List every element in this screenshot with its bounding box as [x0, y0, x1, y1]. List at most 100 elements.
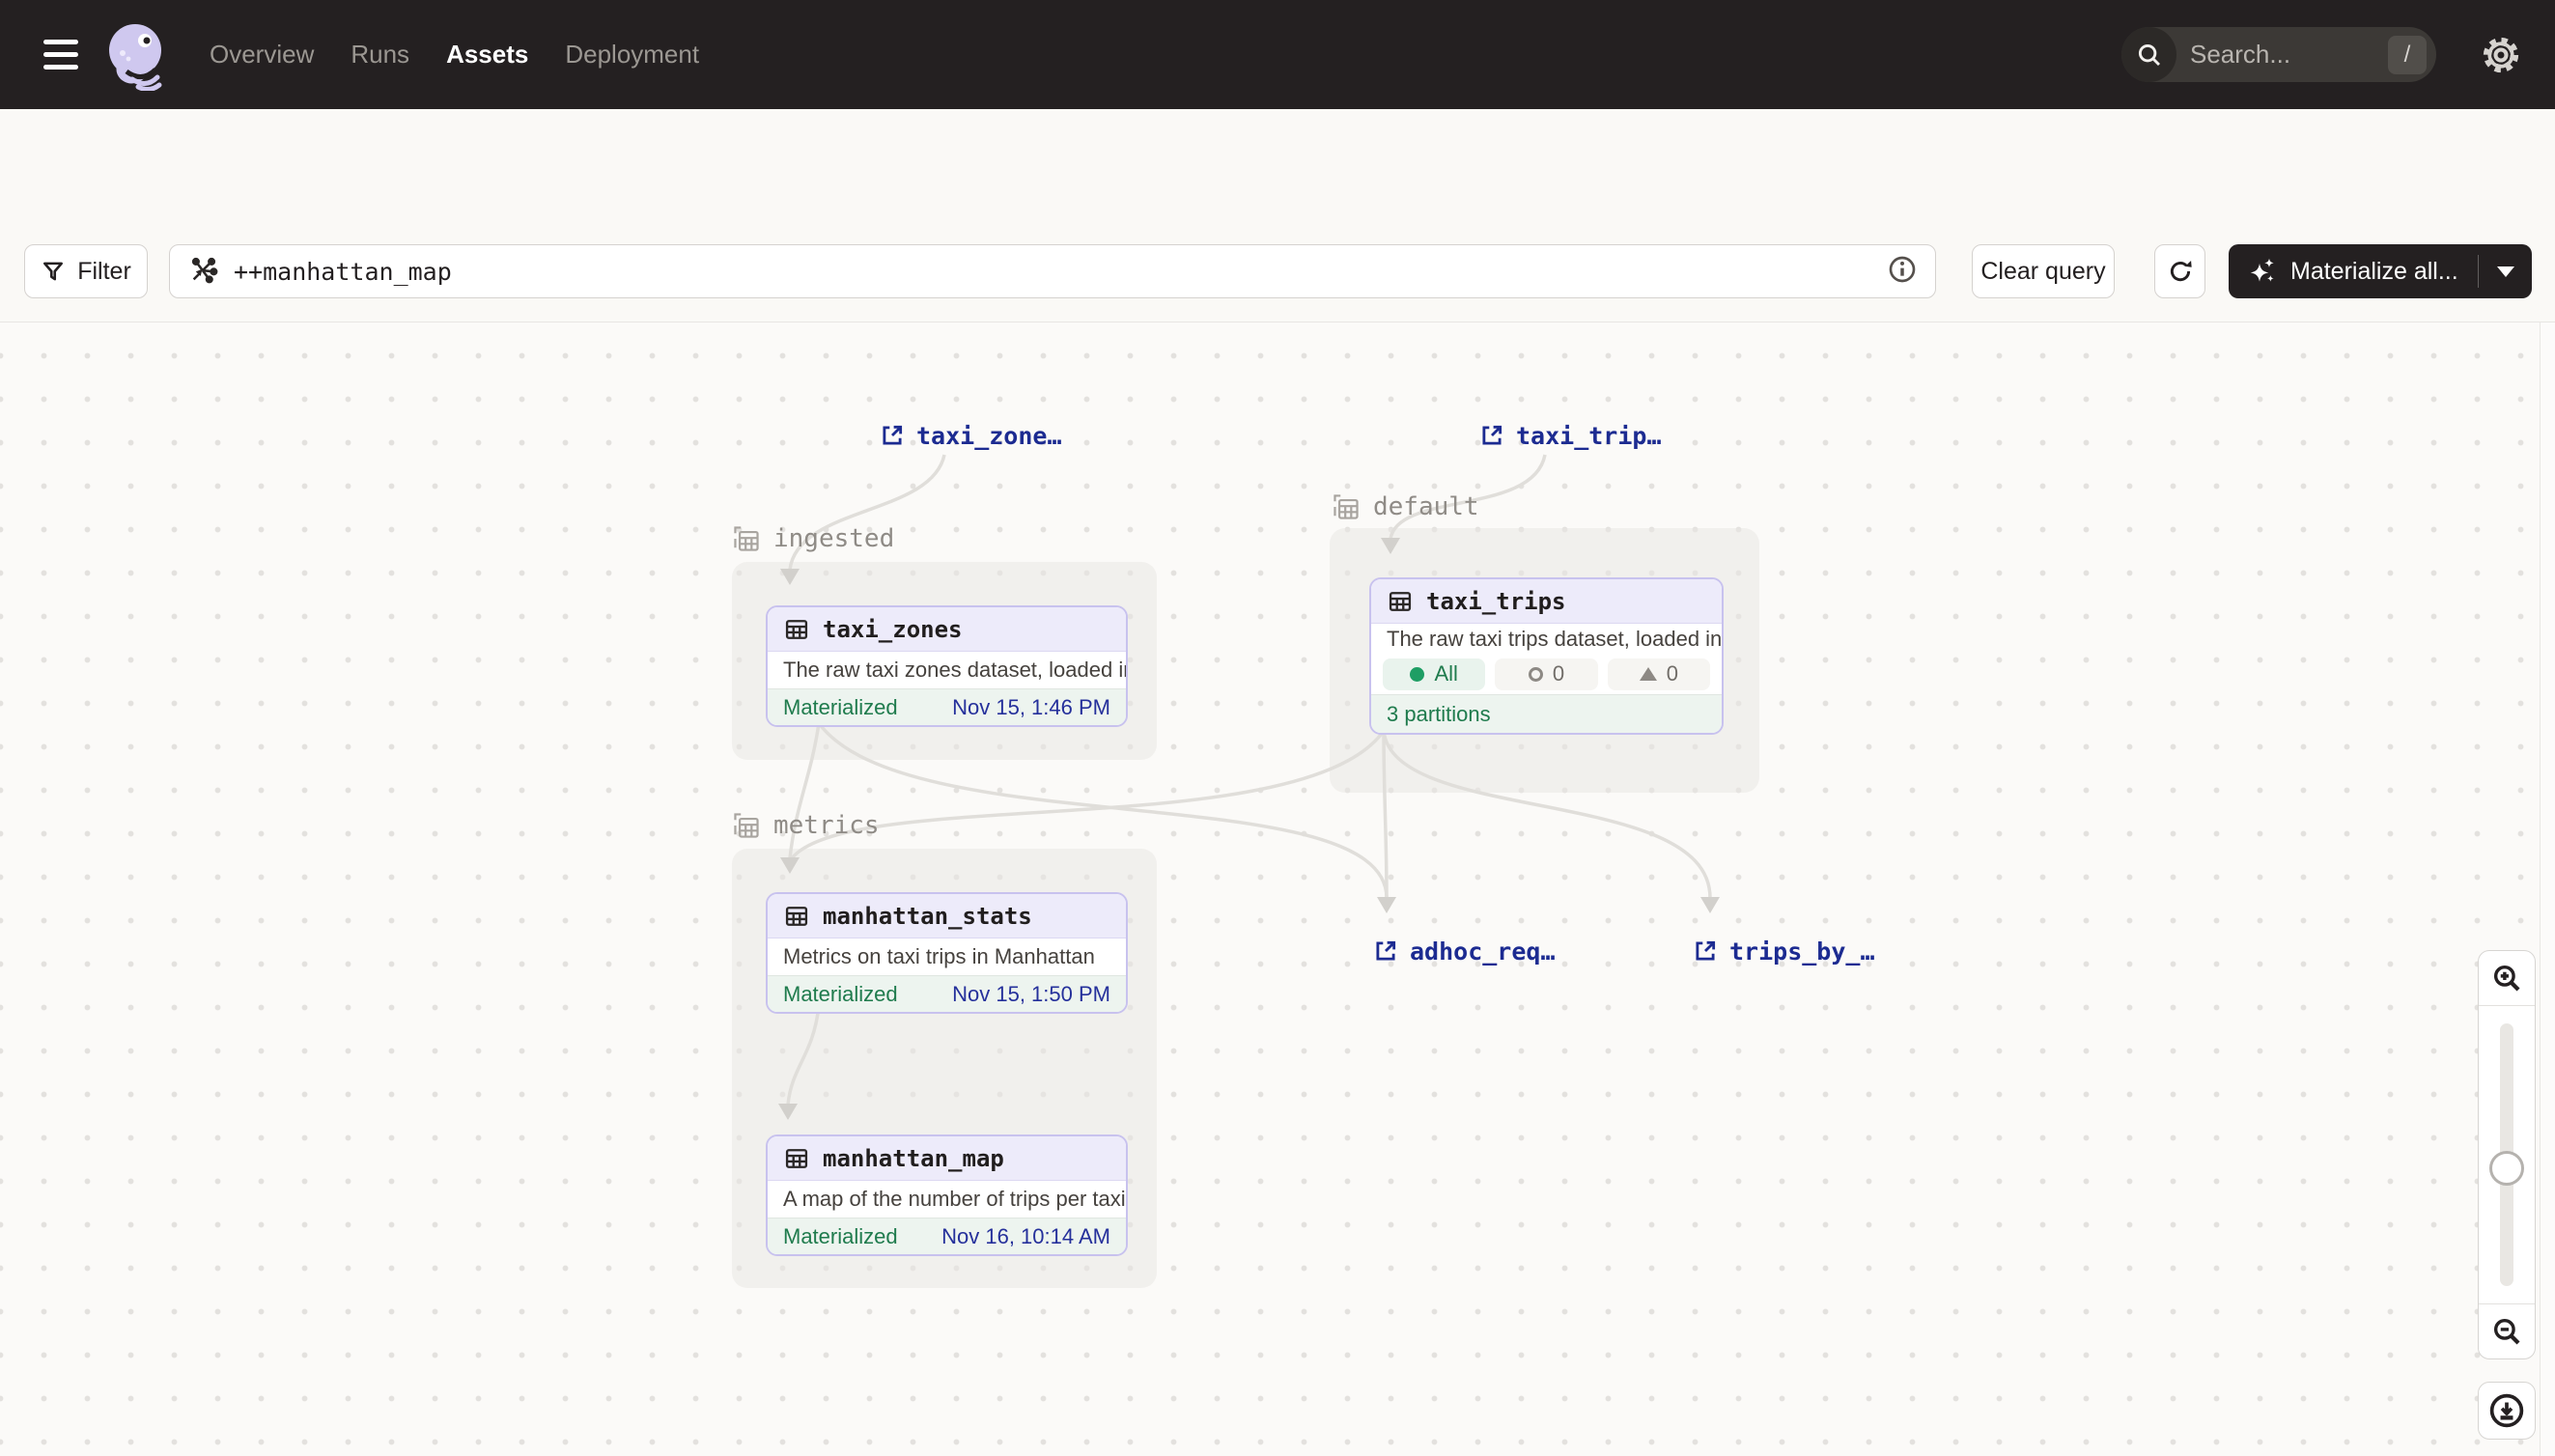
- lineage-toolbar: Filter Clear: [0, 228, 2555, 322]
- info-icon[interactable]: [1887, 254, 1918, 290]
- asset-node-header: manhattan_map: [768, 1136, 1126, 1181]
- asset-node-footer: Materialized Nov 16, 10:14 AM: [768, 1218, 1126, 1254]
- materialized-timestamp[interactable]: Nov 15, 1:50 PM: [952, 982, 1110, 1007]
- search-box[interactable]: /: [2121, 27, 2436, 82]
- external-asset-label: taxi_trip…: [1516, 422, 1662, 450]
- asset-node-header: manhattan_stats: [768, 894, 1126, 938]
- group-label-default[interactable]: default: [1332, 490, 1479, 523]
- zoom-out-icon: [2490, 1315, 2523, 1348]
- asset-node-header: taxi_zones: [768, 607, 1126, 652]
- nav-item-deployment[interactable]: Deployment: [565, 40, 699, 70]
- asset-node-footer: Materialized Nov 15, 1:46 PM: [768, 688, 1126, 725]
- group-name: ingested: [773, 524, 894, 553]
- sparkles-icon: [2248, 256, 2279, 287]
- asset-group-icon: [732, 524, 761, 553]
- search-input[interactable]: [2176, 40, 2388, 70]
- external-asset-link-taxi-zone[interactable]: taxi_zone…: [880, 421, 1062, 450]
- nav-item-assets[interactable]: Assets: [446, 40, 528, 70]
- group-label-ingested[interactable]: ingested: [732, 522, 894, 555]
- asset-node-footer: 3 partitions: [1371, 694, 1722, 733]
- chevron-down-icon: [2497, 266, 2514, 277]
- materialized-timestamp[interactable]: Nov 15, 1:46 PM: [952, 695, 1110, 720]
- partitions-count[interactable]: 3 partitions: [1387, 702, 1491, 727]
- nav-links: Overview Runs Assets Deployment: [210, 0, 699, 109]
- asset-title: manhattan_map: [823, 1145, 1004, 1172]
- dagster-logo-icon[interactable]: [103, 21, 169, 91]
- zoom-slider[interactable]: [2479, 1006, 2535, 1303]
- materialize-all-main[interactable]: Materialize all...: [2229, 256, 2478, 287]
- external-asset-label: adhoc_req…: [1410, 938, 1556, 966]
- dagster-global-asset-lineage-screen: Overview Runs Assets Deployment / Global…: [0, 0, 2555, 1456]
- partitions-missing-pill[interactable]: 0: [1495, 658, 1597, 690]
- asset-title: taxi_zones: [823, 616, 963, 643]
- materialize-options-dropdown[interactable]: [2478, 255, 2532, 288]
- canvas-scrollbar-gutter[interactable]: [2540, 322, 2555, 1456]
- zoom-slider-knob[interactable]: [2489, 1151, 2524, 1186]
- asset-node-manhattan-map[interactable]: manhattan_map A map of the number of tri…: [766, 1134, 1128, 1256]
- asset-description: Metrics on taxi trips in Manhattan: [768, 938, 1126, 975]
- asset-selection-input-box[interactable]: [169, 244, 1936, 298]
- group-name: default: [1373, 492, 1479, 521]
- lineage-canvas[interactable]: ingested default metrics taxi_zone…: [0, 322, 2540, 1456]
- nav-item-runs[interactable]: Runs: [351, 40, 409, 70]
- search-shortcut-badge: /: [2388, 36, 2427, 74]
- zoom-controls: [2478, 950, 2536, 1359]
- external-asset-label: trips_by_…: [1729, 938, 1875, 966]
- clear-query-button[interactable]: Clear query: [1972, 244, 2115, 298]
- top-nav: Overview Runs Assets Deployment /: [0, 0, 2555, 109]
- partitions-failed-pill[interactable]: 0: [1608, 658, 1710, 690]
- asset-group-icon: [1332, 492, 1361, 521]
- asset-node-taxi-trips[interactable]: taxi_trips The raw taxi trips dataset, l…: [1369, 577, 1724, 735]
- partitions-failed-count: 0: [1667, 661, 1678, 686]
- materialized-timestamp[interactable]: Nov 16, 10:14 AM: [941, 1224, 1110, 1249]
- partitions-all-label: All: [1434, 661, 1457, 686]
- asset-node-header: taxi_trips: [1371, 579, 1722, 624]
- asset-description: The raw taxi trips dataset, loaded into …: [1371, 624, 1722, 654]
- menu-icon[interactable]: [43, 35, 80, 73]
- asset-node-taxi-zones[interactable]: taxi_zones The raw taxi zones dataset, l…: [766, 605, 1128, 727]
- materialized-status: Materialized: [783, 982, 898, 1007]
- external-asset-link-taxi-trip[interactable]: taxi_trip…: [1479, 421, 1662, 450]
- external-asset-label: taxi_zone…: [916, 422, 1062, 450]
- asset-node-manhattan-stats[interactable]: manhattan_stats Metrics on taxi trips in…: [766, 892, 1128, 1014]
- materialize-all-button[interactable]: Materialize all...: [2229, 244, 2532, 298]
- table-icon: [1387, 588, 1414, 615]
- lineage-edges: [0, 322, 2540, 1456]
- zoom-in-button[interactable]: [2479, 951, 2535, 1006]
- external-asset-link-adhoc-req[interactable]: adhoc_req…: [1373, 937, 1556, 966]
- partitions-all-pill[interactable]: All: [1383, 658, 1485, 690]
- gear-icon[interactable]: [2480, 34, 2522, 76]
- table-icon: [783, 616, 810, 643]
- success-dot-icon: [1410, 667, 1424, 682]
- nav-item-overview[interactable]: Overview: [210, 40, 314, 70]
- external-link-icon: [1373, 938, 1398, 964]
- materialize-all-label: Materialize all...: [2290, 258, 2458, 286]
- search-icon: [2121, 27, 2176, 82]
- asset-group-icon: [732, 811, 761, 840]
- filter-icon: [41, 259, 66, 284]
- filter-button[interactable]: Filter: [24, 244, 148, 298]
- filter-label: Filter: [77, 258, 131, 286]
- group-name: metrics: [773, 811, 880, 840]
- table-icon: [783, 1145, 810, 1172]
- asset-selection-icon: [189, 255, 218, 289]
- group-label-metrics[interactable]: metrics: [732, 809, 880, 842]
- asset-title: taxi_trips: [1426, 588, 1566, 615]
- external-link-icon: [1479, 423, 1504, 448]
- zoom-out-button[interactable]: [2479, 1303, 2535, 1358]
- external-asset-link-trips-by[interactable]: trips_by_…: [1693, 937, 1875, 966]
- download-image-button[interactable]: [2478, 1382, 2536, 1440]
- asset-description: The raw taxi zones dataset, loaded int..…: [768, 652, 1126, 688]
- materialized-status: Materialized: [783, 695, 898, 720]
- refresh-icon: [2167, 258, 2194, 285]
- zoom-in-icon: [2490, 962, 2523, 994]
- clear-query-label: Clear query: [1980, 258, 2105, 286]
- external-link-icon: [1693, 938, 1718, 964]
- materialized-status: Materialized: [783, 1224, 898, 1249]
- partitions-missing-count: 0: [1553, 661, 1564, 686]
- refresh-graph-button[interactable]: [2154, 244, 2205, 298]
- asset-description: A map of the number of trips per taxi z.…: [768, 1181, 1126, 1218]
- partition-health-row: All 0 0: [1371, 654, 1722, 694]
- asset-node-footer: Materialized Nov 15, 1:50 PM: [768, 975, 1126, 1012]
- asset-selection-input[interactable]: [218, 258, 1887, 286]
